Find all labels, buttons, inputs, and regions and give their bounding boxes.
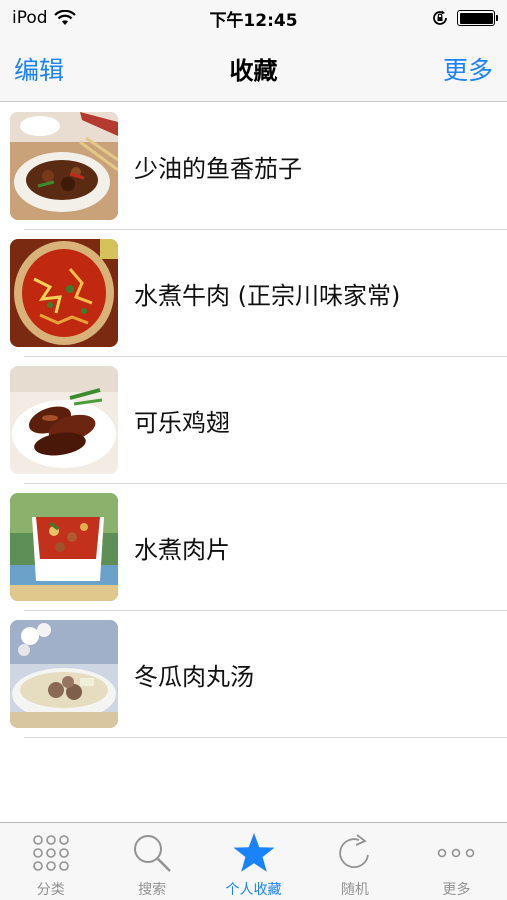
dish-name: 水煮肉片 <box>134 536 230 564</box>
tab-more[interactable]: 更多 <box>406 823 507 900</box>
dish-name: 可乐鸡翅 <box>134 409 230 437</box>
tab-favorites[interactable]: 个人收藏 <box>203 823 304 900</box>
star-icon <box>232 831 276 875</box>
list-item[interactable]: 水煮肉片 <box>0 484 507 611</box>
tab-bar: 分类 搜索 个人收藏 随机 更多 <box>0 822 507 900</box>
more-button[interactable]: 更多 <box>443 51 493 87</box>
battery-icon <box>457 10 498 26</box>
dish-thumbnail <box>10 112 118 220</box>
status-bar: iPod 下午12:45 <box>0 0 507 36</box>
list-item[interactable]: 水煮牛肉 (正宗川味家常) <box>0 230 507 357</box>
tab-label: 个人收藏 <box>225 882 282 898</box>
dish-thumbnail <box>10 493 118 601</box>
nav-bar: 编辑 收藏 更多 <box>0 36 507 102</box>
wifi-icon <box>53 10 76 25</box>
status-time: 下午12:45 <box>209 10 298 31</box>
more-icon <box>434 831 478 875</box>
page-title: 收藏 <box>229 57 278 85</box>
list-item[interactable]: 冬瓜肉丸汤 <box>0 611 507 738</box>
dish-thumbnail <box>10 620 118 728</box>
dish-name: 少油的鱼香茄子 <box>134 155 302 183</box>
tab-label: 搜索 <box>138 882 167 898</box>
refresh-icon <box>333 831 377 875</box>
dish-thumbnail <box>10 239 118 347</box>
tab-label: 分类 <box>36 882 65 898</box>
tab-search[interactable]: 搜索 <box>101 823 202 900</box>
favorites-list: 少油的鱼香茄子 水煮牛肉 (正宗川味家常) 可乐鸡翅 水煮肉片 冬瓜肉丸汤 <box>0 103 507 738</box>
rotation-lock-icon <box>433 10 447 25</box>
tab-random[interactable]: 随机 <box>304 823 405 900</box>
grid-icon <box>29 831 73 875</box>
tab-label: 更多 <box>442 882 471 898</box>
dish-name: 水煮牛肉 (正宗川味家常) <box>134 282 401 310</box>
dish-thumbnail <box>10 366 118 474</box>
device-name: iPod <box>12 8 48 28</box>
list-item[interactable]: 少油的鱼香茄子 <box>0 103 507 230</box>
dish-name: 冬瓜肉丸汤 <box>134 663 254 691</box>
tab-categories[interactable]: 分类 <box>0 823 101 900</box>
edit-button[interactable]: 编辑 <box>14 51 64 87</box>
list-item[interactable]: 可乐鸡翅 <box>0 357 507 484</box>
search-icon <box>130 831 174 875</box>
tab-label: 随机 <box>340 882 369 898</box>
